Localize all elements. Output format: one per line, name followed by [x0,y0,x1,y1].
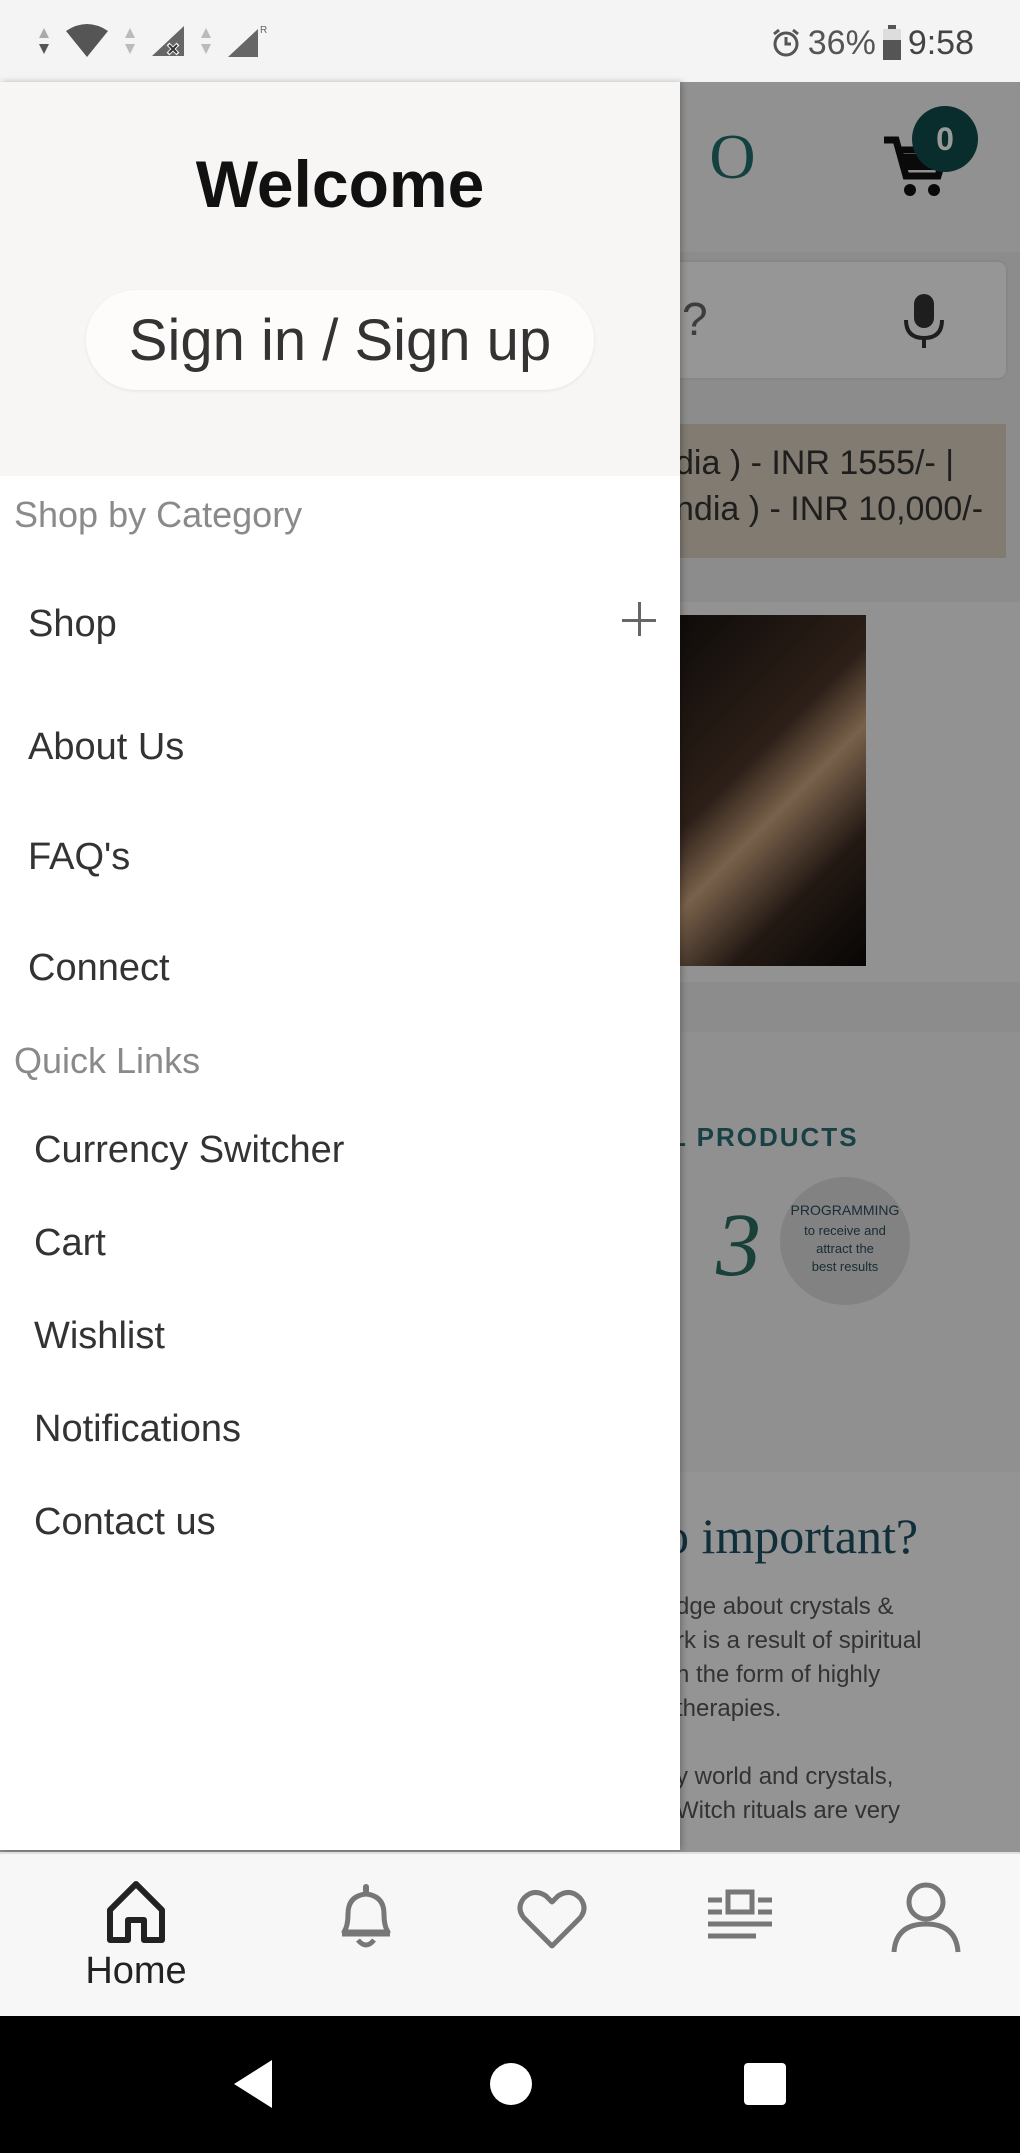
menu-item-label: About Us [28,725,185,768]
menu-item-faqs[interactable]: FAQ's [28,817,658,897]
data-arrows-icon-3 [201,28,211,54]
data-arrows-icon [39,28,49,54]
wifi-icon [66,24,108,57]
home-icon [107,1881,165,1943]
menu-item-shop[interactable]: Shop [28,584,658,664]
menu-item-about-us[interactable]: About Us [28,707,658,787]
clock-time: 9:58 [907,23,974,62]
user-icon [891,1882,961,1953]
nav-home[interactable]: Home [66,1876,206,2006]
bottom-navigation: Home [0,1852,1020,2016]
signal-roaming-icon: R [228,25,267,57]
quick-link-wishlist[interactable]: Wishlist [34,1300,654,1372]
quick-link-currency-switcher[interactable]: Currency Switcher [34,1114,654,1186]
home-circle-icon[interactable] [488,2058,534,2110]
quick-link-contact-us[interactable]: Contact us [34,1486,654,1558]
menu-item-label: FAQ's [28,835,131,878]
menu-item-label: Shop [28,602,117,645]
quick-link-cart[interactable]: Cart [34,1207,654,1279]
nav-home-label: Home [85,1950,187,1992]
quick-link-notifications[interactable]: Notifications [34,1393,654,1465]
recents-icon[interactable] [742,2058,788,2110]
menu-item-label: Connect [28,946,170,989]
alarm-icon [772,28,799,57]
nav-profile[interactable] [856,1876,996,2006]
status-icons-left: R [38,18,270,64]
menu-item-connect[interactable]: Connect [28,928,658,1008]
feed-icon [708,1889,772,1939]
bell-icon [341,1884,391,1948]
nav-feed[interactable] [670,1876,810,2006]
system-navigation-bar [0,2016,1020,2153]
battery-icon [882,25,901,60]
nav-notifications[interactable] [296,1876,436,2006]
shop-by-category-heading: Shop by Category [14,494,303,535]
signin-button[interactable]: Sign in / Sign up [86,290,594,390]
nav-wishlist[interactable] [482,1876,622,2006]
quick-links-heading: Quick Links [14,1040,201,1081]
navigation-drawer: Welcome Sign in / Sign up Shop by Catego… [0,82,680,1850]
back-icon[interactable] [230,2058,276,2110]
heart-icon [517,1890,587,1949]
expand-plus-icon[interactable] [622,602,658,638]
status-icons-right: 36% 9:58 [770,20,974,66]
data-arrows-icon-2 [125,28,135,54]
welcome-title: Welcome [195,147,485,221]
battery-percent: 36% [807,23,876,62]
svg-text:R: R [260,25,267,36]
status-bar: R 36% 9:58 [0,0,1020,82]
signal-no-service-icon [152,26,184,56]
drawer-header: Welcome Sign in / Sign up [0,82,680,476]
